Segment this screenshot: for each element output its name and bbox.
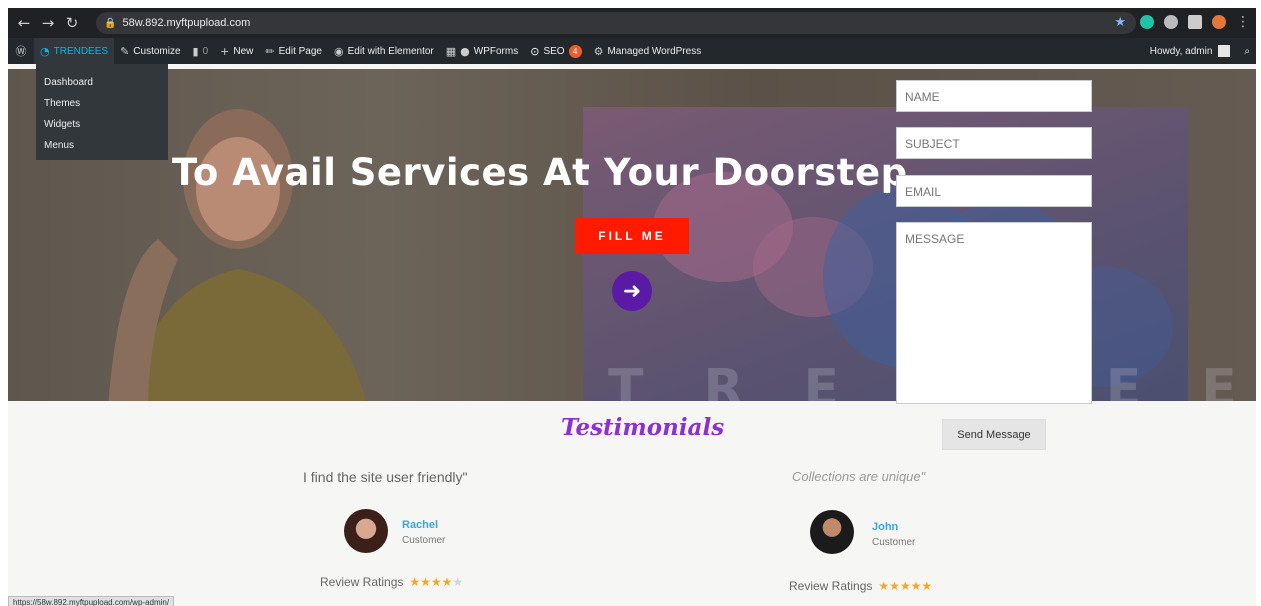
elementor-icon: ◉ (333, 44, 344, 58)
email-field[interactable]: EMAIL (896, 175, 1092, 207)
review-rating-label: Review Ratings (320, 575, 404, 589)
name-field[interactable]: NAME (896, 80, 1092, 112)
site-name-menu[interactable]: ◔ TRENDEES (34, 38, 115, 64)
customize-label: Customize (133, 45, 181, 57)
wpforms-label: WPForms (473, 45, 519, 57)
testimonial-author-name[interactable]: Rachel (402, 519, 438, 531)
testimonial-author-role: Customer (872, 537, 916, 548)
brush-icon: ✎ (120, 44, 130, 58)
comments-link[interactable]: ▮ 0 (187, 38, 215, 64)
profile-avatar-icon[interactable] (1212, 15, 1226, 29)
hero-title: To Avail Services At Your Doorstep (172, 151, 908, 194)
edit-page-link[interactable]: ✏ Edit Page (259, 38, 328, 64)
seo-label: SEO (543, 45, 565, 57)
send-message-button[interactable]: Send Message (942, 419, 1046, 450)
lock-icon: 🔒 (104, 17, 117, 29)
message-field[interactable]: MESSAGE (896, 222, 1092, 404)
bookmark-star-icon[interactable]: ★ (1114, 15, 1126, 30)
seo-notification-badge: 4 (568, 44, 582, 58)
pencil-icon: ✏ (265, 44, 275, 58)
testimonial-quote: Collections are unique" (792, 469, 926, 484)
browser-status-bar: https://58w.892.myftpupload.com/wp-admin… (8, 596, 175, 606)
site-dropdown-menu: Dashboard Themes Widgets Menus (36, 64, 168, 160)
fill-me-button[interactable]: FILL ME (575, 218, 689, 254)
testimonial-quote: I find the site user friendly" (303, 469, 468, 485)
review-rating-label: Review Ratings (789, 579, 873, 593)
comment-icon: ▮ (192, 44, 199, 58)
url-text: 58w.892.myftpupload.com (122, 17, 251, 29)
arrow-right-icon[interactable]: ➜ (612, 271, 652, 311)
site-name-label: TRENDEES (53, 45, 109, 57)
edit-elementor-link[interactable]: ◉ Edit with Elementor (328, 38, 440, 64)
avatar (1218, 45, 1231, 57)
review-rating: Review Ratings ★★★★★ (789, 579, 932, 593)
seo-link[interactable]: ⊙ SEO 4 (524, 38, 587, 64)
dropdown-item-themes[interactable]: Themes (36, 93, 168, 114)
subject-field[interactable]: SUBJECT (896, 127, 1092, 159)
wordpress-logo-icon[interactable]: Ⓦ (8, 38, 34, 64)
grammarly-extension-icon[interactable] (1140, 15, 1154, 29)
dashboard-icon: ◔ (40, 44, 50, 58)
address-bar[interactable]: 🔒 58w.892.myftpupload.com ★ (96, 12, 1136, 34)
avatar (344, 509, 388, 553)
plus-icon: + (220, 44, 230, 58)
dot-icon: ● (460, 44, 470, 58)
wp-admin-bar: Ⓦ ◔ TRENDEES ✎ Customize ▮ 0 + New ✏ Edi… (8, 38, 1256, 64)
browser-menu-icon[interactable]: ⋮ (1236, 14, 1250, 30)
puzzle-extension-icon[interactable] (1188, 15, 1202, 29)
edit-elementor-label: Edit with Elementor (347, 45, 434, 57)
reload-icon[interactable]: ↻ (60, 11, 84, 35)
review-rating: Review Ratings ★★★★★ (320, 575, 463, 589)
testimonial-author-name[interactable]: John (872, 521, 898, 533)
star-rating-icon: ★★★★★ (409, 575, 464, 589)
new-content-link[interactable]: + New (214, 38, 259, 64)
howdy-user-menu[interactable]: Howdy, admin (1144, 38, 1239, 64)
managed-wordpress-link[interactable]: ⚙ Managed WordPress (588, 38, 708, 64)
extension-icon[interactable] (1164, 15, 1178, 29)
customize-link[interactable]: ✎ Customize (114, 38, 186, 64)
new-label: New (233, 45, 254, 57)
seo-icon: ⊙ (530, 44, 540, 58)
dropdown-item-menus[interactable]: Menus (36, 135, 168, 156)
forms-icon: ▦ (445, 44, 457, 58)
gear-icon: ⚙ (593, 44, 604, 58)
comments-count: 0 (202, 45, 209, 57)
browser-toolbar: ← → ↻ 🔒 58w.892.myftpupload.com ★ ⋮ (8, 8, 1256, 38)
managed-wordpress-label: Managed WordPress (607, 45, 702, 57)
search-icon[interactable]: ⌕ (1238, 38, 1256, 64)
extensions-area: ⋮ (1140, 14, 1250, 30)
testimonials-title: Testimonials (561, 414, 725, 441)
edit-page-label: Edit Page (278, 45, 322, 57)
dropdown-item-dashboard[interactable]: Dashboard (36, 72, 168, 93)
testimonial-author-role: Customer (402, 535, 446, 546)
howdy-label: Howdy, admin (1149, 45, 1213, 57)
browser-window: ← → ↻ 🔒 58w.892.myftpupload.com ★ ⋮ Ⓦ ◔ … (8, 8, 1256, 606)
wpforms-link[interactable]: ▦ ● WPForms (440, 38, 524, 64)
avatar (810, 510, 854, 554)
forward-arrow-icon[interactable]: → (36, 11, 60, 35)
dropdown-item-widgets[interactable]: Widgets (36, 114, 168, 135)
back-arrow-icon[interactable]: ← (12, 11, 36, 35)
star-rating-icon: ★★★★★ (878, 579, 933, 593)
